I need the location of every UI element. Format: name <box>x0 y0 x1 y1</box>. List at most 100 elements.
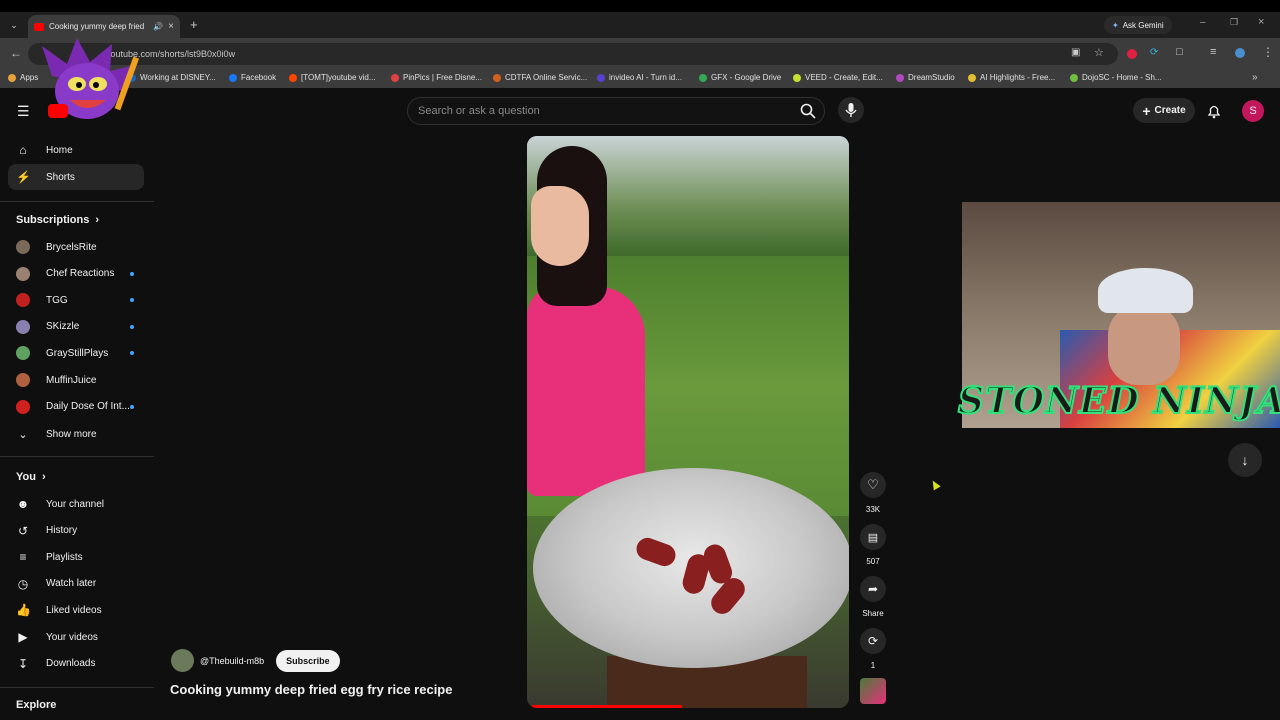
chevron-right-icon: › <box>41 471 46 483</box>
bookmark-item[interactable]: Facebook <box>229 73 276 82</box>
share-icon: ➦ <box>867 582 879 596</box>
subscription-item[interactable]: Daily Dose Of Int... <box>8 394 144 420</box>
bookmark-favicon-icon <box>968 73 976 82</box>
sidebar-item[interactable]: ◷ Watch later <box>8 571 144 597</box>
bookmark-item[interactable]: [TOMT]youtube vid... <box>289 73 376 82</box>
profile-icon[interactable] <box>1235 48 1245 58</box>
subscription-item[interactable]: SKizzle <box>8 314 144 340</box>
create-button[interactable]: + Create <box>1133 98 1195 123</box>
new-tab-icon[interactable]: + <box>190 17 198 32</box>
ask-gemini-button[interactable]: ✦ Ask Gemini <box>1104 16 1172 34</box>
arrow-down-icon: ↓ <box>1241 452 1249 468</box>
subscription-item[interactable]: BrycelsRite <box>8 234 144 260</box>
remix-icon: ⟳ <box>867 634 879 648</box>
bookmark-favicon-icon <box>699 73 707 82</box>
bookmark-item[interactable]: DreamStudio <box>896 73 955 82</box>
bookmark-item[interactable]: invideo AI - Turn id... <box>597 73 682 82</box>
like-button[interactable]: ♡ <box>860 472 886 498</box>
sidebar-item-label: Your channel <box>46 498 105 510</box>
extension-red-icon[interactable] <box>1127 49 1137 59</box>
bookmark-label: Working at DISNEY... <box>140 73 216 82</box>
tab-title: Cooking yummy deep fried <box>49 22 145 31</box>
video-progress-bar[interactable] <box>532 705 682 708</box>
bookmark-label: invideo AI - Turn id... <box>609 73 682 82</box>
remix-button[interactable]: ⟳ <box>860 628 886 654</box>
sidebar-item[interactable]: ☻ Your channel <box>8 491 144 517</box>
sidebar-item-label: History <box>46 525 78 537</box>
webcam-cap <box>1098 268 1193 313</box>
bookmark-favicon-icon <box>229 73 237 82</box>
subscriptions-header[interactable]: Subscriptions › <box>16 214 99 226</box>
bookmark-item[interactable]: VEED - Create, Edit... <box>793 73 883 82</box>
youtube-logo-icon[interactable] <box>48 104 68 118</box>
bookmark-favicon-icon <box>289 73 297 82</box>
bookmark-item[interactable]: AI Highlights - Free... <box>968 73 1055 82</box>
comment-count: 507 <box>866 557 880 566</box>
chevron-right-icon: › <box>95 214 100 226</box>
sidebar-item[interactable]: ⌂ Home <box>8 137 144 163</box>
bookmark-item[interactable]: GFX - Google Drive <box>699 73 781 82</box>
tab-close-icon[interactable]: × <box>168 21 174 32</box>
sidebar-item[interactable]: ≡ Playlists <box>8 544 144 570</box>
channel-avatar <box>16 319 30 334</box>
microphone-icon <box>845 103 857 117</box>
subscription-item[interactable]: TGG <box>8 287 144 313</box>
channel-avatar <box>16 399 30 414</box>
minimize-icon[interactable]: – <box>1200 17 1206 28</box>
comments-button[interactable]: ▤ <box>860 524 886 550</box>
back-icon[interactable]: ← <box>10 46 22 60</box>
sidebar-item[interactable]: ↺ History <box>8 518 144 544</box>
sound-thumbnail[interactable] <box>860 678 886 704</box>
notifications-bell-icon[interactable] <box>1206 103 1222 124</box>
menu-kebab-icon[interactable]: ⋮ <box>1262 45 1274 59</box>
watch-later-icon: ◷ <box>17 576 29 591</box>
webcam-face <box>1108 305 1180 385</box>
bookmark-item[interactable]: PinPics | Free Disne... <box>391 73 482 82</box>
stream-overlay-text: STONED NINJA <box>957 379 1280 423</box>
subscription-item[interactable]: Chef Reactions <box>8 261 144 287</box>
show-more-button[interactable]: ⌄ Show more <box>8 421 144 447</box>
bookmark-favicon-icon <box>493 73 501 82</box>
account-avatar[interactable]: S <box>1242 100 1264 122</box>
bookmark-star-icon[interactable]: ☆ <box>1094 46 1104 59</box>
extensions-puzzle-icon[interactable]: □ <box>1176 46 1183 58</box>
window-close-icon[interactable]: × <box>1258 16 1264 28</box>
window-top-edge <box>0 0 1280 12</box>
extension-blue-icon[interactable]: ⟳ <box>1150 47 1158 58</box>
chevron-right-icon[interactable]: » <box>1252 72 1258 83</box>
you-header[interactable]: You › <box>16 471 46 483</box>
channel-name[interactable]: @Thebuild-m8b <box>200 656 264 666</box>
subscription-label: TGG <box>46 294 68 306</box>
browser-tab[interactable]: Cooking yummy deep fried 🔊 × <box>28 15 180 38</box>
subscribe-button[interactable]: Subscribe <box>276 649 340 672</box>
sidebar-item[interactable]: ⚡ Shorts <box>8 164 144 190</box>
url-field[interactable]: youtube.com/shorts/lst9B0x0i0w <box>28 43 1118 65</box>
hamburger-menu-icon[interactable]: ☰ <box>17 103 30 120</box>
subscription-item[interactable]: GrayStillPlays <box>8 340 144 366</box>
sidebar-item-label: Home <box>46 144 73 156</box>
next-short-button[interactable]: ↓ <box>1228 443 1262 477</box>
new-content-dot <box>130 271 134 276</box>
sidebar-item[interactable]: ↧ Downloads <box>8 651 144 677</box>
tab-list-icon[interactable]: ⌄ <box>7 18 21 32</box>
ask-gemini-label: Ask Gemini <box>1122 20 1164 30</box>
sidebar-item[interactable]: 👍 Liked videos <box>8 597 144 623</box>
show-more-label: Show more <box>46 428 97 440</box>
share-button[interactable]: ➦ <box>860 576 886 602</box>
search-icon <box>800 103 816 119</box>
channel-avatar[interactable] <box>171 649 194 672</box>
search-button[interactable] <box>792 98 824 124</box>
bookmark-item[interactable]: DojoSC - Home - Sh... <box>1070 73 1162 82</box>
subscription-item[interactable]: MuffinJuice <box>8 367 144 393</box>
voice-search-button[interactable] <box>838 97 864 123</box>
tab-search-icon[interactable]: ≡ <box>1210 46 1216 58</box>
restore-icon[interactable]: ❐ <box>1230 17 1238 28</box>
sidebar-item-label: Downloads <box>46 658 96 670</box>
new-content-dot <box>130 324 134 329</box>
sidebar-item[interactable]: ▶ Your videos <box>8 624 144 650</box>
install-app-icon[interactable]: ▣ <box>1071 47 1080 58</box>
channel-avatar <box>16 266 30 281</box>
short-video-player[interactable] <box>527 136 849 708</box>
bookmark-item[interactable]: CDTFA Online Servic... <box>493 73 587 82</box>
search-box[interactable]: Search or ask a question <box>407 97 825 125</box>
